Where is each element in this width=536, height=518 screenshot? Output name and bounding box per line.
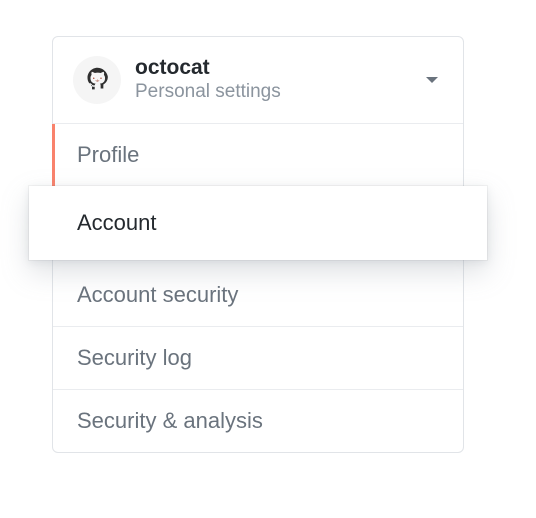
nav-item-label: Security & analysis [77, 408, 263, 433]
nav-item-label: Security log [77, 345, 192, 370]
settings-nav-list: Profile Account Account security Securit… [53, 123, 463, 452]
nav-item-account[interactable]: Account [29, 186, 487, 260]
header-text: octocat Personal settings [135, 55, 407, 105]
caret-down-icon [425, 75, 439, 85]
header-subtitle: Personal settings [135, 80, 407, 105]
nav-item-profile[interactable]: Profile [53, 123, 463, 186]
nav-item-label: Account security [77, 282, 238, 307]
settings-sidebar: octocat Personal settings Profile Accoun… [52, 36, 464, 453]
nav-item-security-analysis[interactable]: Security & analysis [53, 389, 463, 452]
sidebar-header[interactable]: octocat Personal settings [53, 37, 463, 123]
context-switch-button[interactable] [421, 75, 443, 85]
octocat-icon [77, 60, 117, 100]
nav-item-account-security[interactable]: Account security [53, 260, 463, 326]
username: octocat [135, 55, 407, 80]
avatar [73, 56, 121, 104]
nav-item-label: Account [77, 210, 157, 235]
nav-item-security-log[interactable]: Security log [53, 326, 463, 389]
nav-item-label: Profile [77, 142, 139, 167]
